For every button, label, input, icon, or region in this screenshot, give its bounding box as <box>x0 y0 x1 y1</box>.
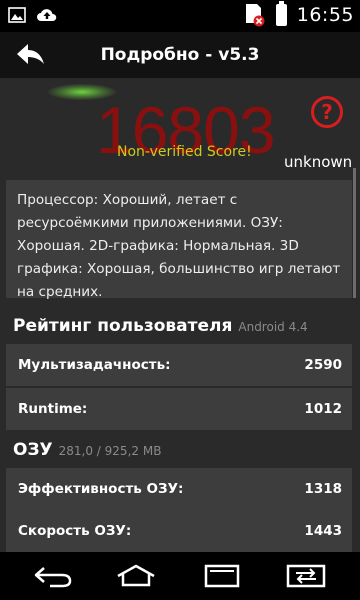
row-label: Эффективность ОЗУ: <box>18 481 184 497</box>
image-icon <box>8 7 26 23</box>
section-ram: ОЗУ 281,0 / 925,2 MB <box>13 440 161 460</box>
row-label: Скорость ОЗУ: <box>18 523 132 539</box>
section-user-rating: Рейтинг пользователя Android 4.4 <box>13 316 308 336</box>
list-item[interactable]: Эффективность ОЗУ: 1318 <box>6 468 352 510</box>
home-icon[interactable] <box>114 562 158 590</box>
row-value: 1012 <box>304 401 342 417</box>
navigation-bar <box>0 552 360 600</box>
help-icon[interactable]: ? <box>311 96 343 128</box>
row-value: 2590 <box>304 357 342 373</box>
sim-error-icon <box>245 4 265 27</box>
row-label: Мультизадачность: <box>18 357 171 373</box>
section-subtitle: Android 4.4 <box>238 320 308 334</box>
back-icon[interactable] <box>32 562 76 590</box>
clock: 16:55 <box>296 4 354 26</box>
action-bar: Подробно - v5.3 <box>0 32 360 78</box>
device-name: unknown <box>284 153 353 171</box>
cloud-upload-icon <box>37 9 57 21</box>
nonverified-notice: Non-verified Score! <box>117 144 252 160</box>
section-title: ОЗУ <box>13 440 53 460</box>
section-subtitle: 281,0 / 925,2 MB <box>58 444 162 458</box>
list-item[interactable]: Мультизадачность: 2590 <box>6 344 352 386</box>
description-card: Процессор: Хороший, летает с ресурсоёмки… <box>6 180 352 300</box>
page-title: Подробно - v5.3 <box>100 45 260 65</box>
scrollbar[interactable] <box>353 168 356 298</box>
list-item[interactable]: Скорость ОЗУ: 1443 <box>6 510 352 552</box>
list-item[interactable]: Runtime: 1012 <box>6 388 352 430</box>
status-bar: 16:55 <box>0 0 360 32</box>
recents-icon[interactable] <box>200 562 244 590</box>
row-value: 1318 <box>304 481 342 497</box>
score-panel: 16803 Non-verified Score! ? unknown <box>0 78 360 174</box>
battery-icon <box>275 1 287 26</box>
section-title: Рейтинг пользователя <box>13 316 233 336</box>
row-value: 1443 <box>304 523 342 539</box>
switch-icon[interactable] <box>284 562 328 590</box>
row-label: Runtime: <box>18 401 88 417</box>
